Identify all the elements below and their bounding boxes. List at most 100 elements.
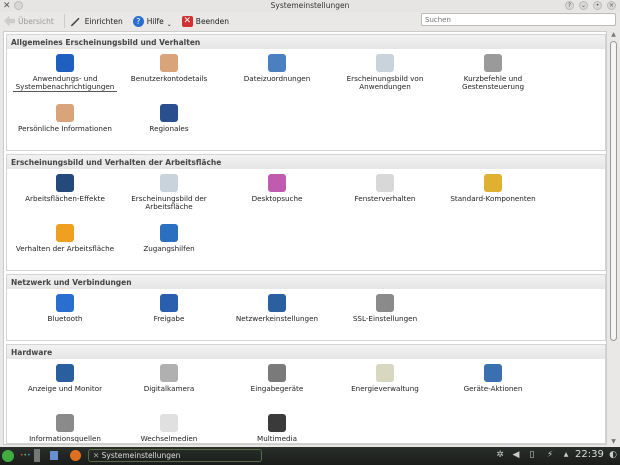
pager-icon[interactable] bbox=[34, 449, 40, 462]
module-icon bbox=[56, 224, 74, 242]
settings-module[interactable]: Zugangshilfen bbox=[117, 224, 221, 253]
settings-module[interactable]: Geräte-Aktionen bbox=[441, 364, 545, 393]
volume-icon[interactable]: ◀ bbox=[511, 450, 521, 460]
back-arrow-icon bbox=[4, 15, 15, 27]
maximize-button[interactable]: • bbox=[593, 1, 602, 10]
minimize-button[interactable]: ⌄ bbox=[579, 1, 588, 10]
settings-module[interactable]: SSL-Einstellungen bbox=[333, 294, 437, 323]
module-label: Zugangshilfen bbox=[143, 244, 195, 253]
section: Erscheinungsbild und Verhalten der Arbei… bbox=[6, 154, 606, 271]
settings-module[interactable]: Multimedia bbox=[225, 414, 329, 443]
module-icon bbox=[376, 364, 394, 382]
settings-module[interactable]: Anwendungs- und Systembenachrichtigungen bbox=[13, 54, 117, 92]
module-icon bbox=[376, 294, 394, 312]
settings-module[interactable]: Bluetooth bbox=[13, 294, 117, 323]
settings-module[interactable]: Kurzbefehle und Gestensteuerung bbox=[441, 54, 545, 91]
settings-module[interactable]: Standard-Komponenten bbox=[441, 174, 545, 203]
section-header: Allgemeines Erscheinungsbild und Verhalt… bbox=[7, 35, 605, 49]
module-label: Fensterverhalten bbox=[354, 194, 416, 203]
taskbar: ••• ✕ Systemeinstellungen ✲ ◀ ▯ ⚡ ▲ 22:3… bbox=[0, 447, 620, 465]
module-icon bbox=[484, 54, 502, 72]
module-label: Anzeige und Monitor bbox=[27, 384, 103, 393]
settings-module[interactable]: Arbeitsflächen-Effekte bbox=[13, 174, 117, 203]
taskbar-task[interactable]: ✕ Systemeinstellungen bbox=[88, 449, 262, 462]
module-icon bbox=[484, 174, 502, 192]
tray-expand-icon[interactable]: ▲ bbox=[561, 450, 571, 460]
window-title: Systemeinstellungen bbox=[270, 1, 350, 10]
settings-module[interactable]: Erscheinungsbild von Anwendungen bbox=[333, 54, 437, 91]
module-icon bbox=[56, 104, 74, 122]
module-label: Freigabe bbox=[153, 314, 185, 323]
module-label: Benutzerkontodetails bbox=[130, 74, 208, 83]
section: Netzwerk und Verbindungen Bluetooth Freiga… bbox=[6, 274, 606, 341]
module-label: Bluetooth bbox=[47, 314, 83, 323]
search-input[interactable] bbox=[421, 13, 616, 26]
module-icon bbox=[160, 104, 178, 122]
help-button[interactable]: ? Hilfe ⌄ bbox=[132, 13, 172, 29]
module-icon bbox=[268, 174, 286, 192]
help-window-button[interactable]: ? bbox=[565, 1, 574, 10]
module-label: Standard-Komponenten bbox=[450, 194, 536, 203]
firefox-icon[interactable] bbox=[70, 450, 81, 461]
settings-module[interactable]: Eingabegeräte bbox=[225, 364, 329, 393]
battery-icon[interactable]: ▯ bbox=[527, 450, 537, 460]
tools-icon bbox=[70, 17, 80, 27]
scroll-down-icon[interactable]: ▼ bbox=[608, 438, 619, 445]
settings-module[interactable]: Verhalten der Arbeitsfläche bbox=[13, 224, 117, 253]
settings-module[interactable]: Regionales bbox=[117, 104, 221, 133]
scroll-up-icon[interactable]: ▲ bbox=[608, 31, 619, 38]
scrollbar-thumb[interactable] bbox=[610, 41, 617, 341]
configure-button[interactable]: Einrichten bbox=[70, 13, 123, 29]
module-icon bbox=[56, 294, 74, 312]
module-icon bbox=[268, 54, 286, 72]
module-icon bbox=[160, 364, 178, 382]
activities-icon[interactable]: ••• bbox=[20, 452, 31, 459]
overview-button[interactable]: Übersicht bbox=[4, 13, 54, 29]
settings-module[interactable]: Netzwerkeinstellungen bbox=[225, 294, 329, 323]
settings-module[interactable]: Dateizuordnungen bbox=[225, 54, 329, 83]
app-launcher-icon[interactable] bbox=[2, 450, 14, 462]
settings-module[interactable]: Freigabe bbox=[117, 294, 221, 323]
module-label: Informationsquellen bbox=[29, 434, 101, 443]
settings-module[interactable]: Digitalkamera bbox=[117, 364, 221, 393]
module-icon bbox=[56, 364, 74, 382]
module-label: Anwendungs- und Systembenachrichtigungen bbox=[13, 75, 117, 92]
module-icon bbox=[268, 414, 286, 432]
module-label: Verhalten der Arbeitsfläche bbox=[15, 244, 115, 253]
module-label: Erscheinungsbild von Anwendungen bbox=[346, 74, 424, 91]
module-label: Arbeitsflächen-Effekte bbox=[25, 194, 105, 203]
settings-module[interactable]: Anzeige und Monitor bbox=[13, 364, 117, 393]
module-label: Multimedia bbox=[257, 434, 297, 443]
settings-module[interactable]: Fensterverhalten bbox=[333, 174, 437, 203]
module-label: Persönliche Informationen bbox=[18, 124, 112, 133]
module-icon bbox=[160, 54, 178, 72]
section-header: Netzwerk und Verbindungen bbox=[7, 275, 605, 289]
settings-module[interactable]: Energieverwaltung bbox=[333, 364, 437, 393]
module-icon bbox=[268, 294, 286, 312]
module-label: Netzwerkeinstellungen bbox=[235, 314, 319, 323]
power-icon[interactable]: ⚡ bbox=[545, 450, 555, 460]
settings-module[interactable]: Informationsquellen bbox=[13, 414, 117, 443]
chevron-down-icon: ⌄ bbox=[166, 20, 172, 28]
file-manager-icon[interactable] bbox=[50, 451, 58, 460]
module-icon bbox=[56, 414, 74, 432]
section: Hardware Anzeige und Monitor Digitalkamera… bbox=[6, 344, 606, 444]
settings-module[interactable]: Persönliche Informationen bbox=[13, 104, 117, 133]
section-header: Erscheinungsbild und Verhalten der Arbei… bbox=[7, 155, 605, 169]
module-label: Energieverwaltung bbox=[351, 384, 419, 393]
module-icon bbox=[160, 294, 178, 312]
module-label: SSL-Einstellungen bbox=[352, 314, 418, 323]
module-icon bbox=[268, 364, 286, 382]
close-button[interactable]: × bbox=[607, 1, 616, 10]
notifications-icon[interactable]: ◐ bbox=[608, 450, 618, 460]
settings-module[interactable]: Benutzerkontodetails bbox=[117, 54, 221, 83]
settings-module[interactable]: Wechselmedien bbox=[117, 414, 221, 443]
settings-module[interactable]: Desktopsuche bbox=[225, 174, 329, 203]
scrollbar[interactable]: ▲ ▼ bbox=[608, 31, 619, 445]
settings-module[interactable]: Erscheinungsbild der Arbeitsfläche bbox=[117, 174, 221, 211]
quit-button[interactable]: ✕ Beenden bbox=[181, 13, 229, 29]
module-label: Dateizuordnungen bbox=[243, 74, 311, 83]
network-icon[interactable]: ✲ bbox=[495, 450, 505, 460]
module-icon bbox=[484, 364, 502, 382]
quit-icon: ✕ bbox=[181, 15, 193, 27]
